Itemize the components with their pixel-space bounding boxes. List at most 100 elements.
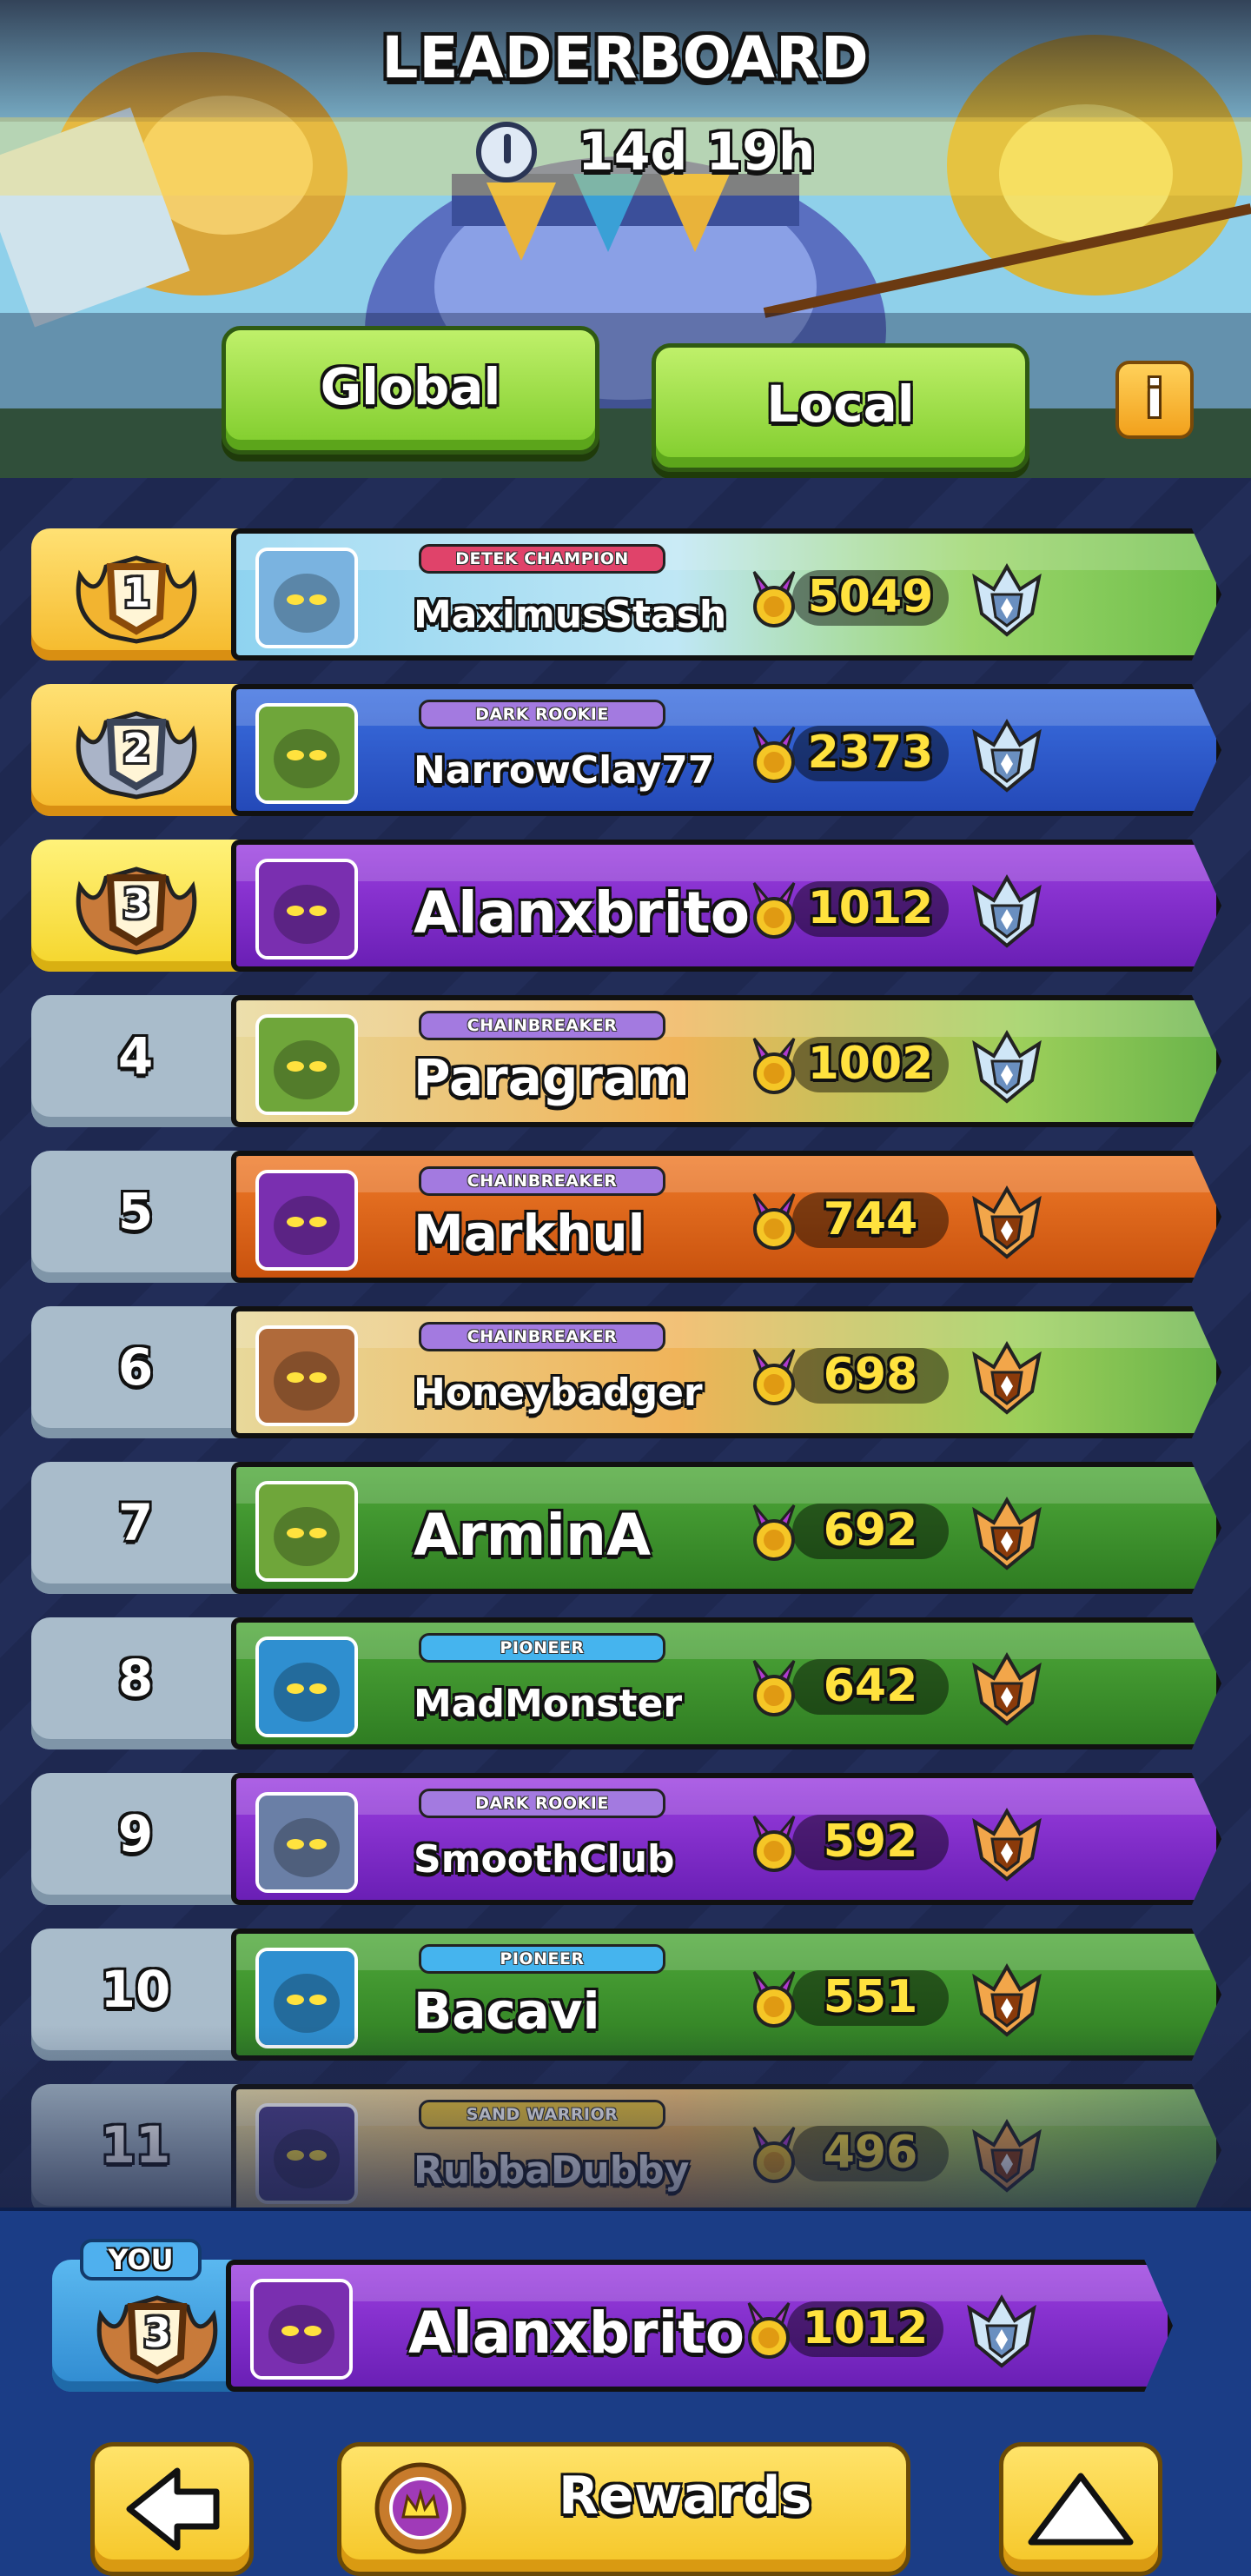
rank-number: 3 xyxy=(142,2309,171,2356)
goblin-green-avatar-icon xyxy=(259,1484,354,1578)
leaderboard-row[interactable]: 10 PIONEER Bacavi 551 xyxy=(31,1929,1221,2061)
rank-crest: 3 xyxy=(63,852,210,956)
league-badge xyxy=(968,560,1046,638)
rank-box: 3 xyxy=(31,840,240,972)
league-diamond-icon xyxy=(972,1029,1042,1104)
leaderboard-row[interactable]: 4 CHAINBREAKER Paragram 1002 xyxy=(31,995,1221,1127)
rewards-label: Rewards xyxy=(559,2466,812,2526)
player-score: 744 xyxy=(823,1193,918,1245)
league-diamond-icon xyxy=(972,562,1042,637)
player-name: MaximusStash xyxy=(414,593,727,637)
player-title-tag: PIONEER xyxy=(419,1944,665,1974)
league-badge xyxy=(968,715,1046,793)
player-avatar[interactable] xyxy=(255,548,358,648)
rank-number: 3 xyxy=(122,880,150,927)
rank-box: 8 xyxy=(31,1617,240,1749)
banner-shine xyxy=(236,1934,1216,1970)
rank-number: 1 xyxy=(122,569,150,616)
rewards-crest-icon xyxy=(374,2462,467,2554)
player-title-tag: CHAINBREAKER xyxy=(419,1322,665,1351)
tab-local[interactable]: Local xyxy=(652,343,1029,472)
player-banner[interactable]: DARK ROOKIE SmoothClub 592 xyxy=(231,1773,1221,1905)
league-gold-icon xyxy=(972,1185,1042,1259)
leaderboard-row[interactable]: 11 SAND WARRIOR RubbaDubby 496 xyxy=(31,2084,1221,2208)
rank-box: 7 xyxy=(31,1462,240,1594)
leaderboard-row[interactable]: 5 CHAINBREAKER Markhul 744 xyxy=(31,1151,1221,1283)
league-badge xyxy=(968,1960,1046,2038)
player-banner[interactable]: DETEK CHAMPION MaximusStash 5049 xyxy=(231,528,1221,661)
player-title-tag: DARK ROOKIE xyxy=(419,1789,665,1818)
leaderboard-row[interactable]: 2 DARK ROOKIE NarrowClay77 2373 xyxy=(31,684,1221,816)
back-button[interactable] xyxy=(90,2442,254,2576)
player-row[interactable]: 3 Alanxbrito 1012 xyxy=(52,2260,1208,2392)
player-avatar[interactable] xyxy=(255,703,358,804)
player-name: ArminA xyxy=(414,1502,652,1569)
tab-global[interactable]: Global xyxy=(222,326,599,455)
season-timer: 14d 19h xyxy=(578,122,816,183)
clock-icon xyxy=(476,122,537,183)
shadow-purple-avatar-icon xyxy=(259,862,354,956)
league-badge xyxy=(963,2291,1041,2369)
leaderboard-row[interactable]: 9 DARK ROOKIE SmoothClub 592 xyxy=(31,1773,1221,1905)
league-gold-icon xyxy=(972,1807,1042,1882)
info-button[interactable]: i xyxy=(1115,361,1194,439)
player-banner[interactable]: PIONEER Bacavi 551 xyxy=(231,1929,1221,2061)
leaderboard-list[interactable]: 1 DETEK CHAMPION MaximusStash 5049 2 DARK ROO… xyxy=(0,478,1251,2208)
league-badge xyxy=(968,1026,1046,1105)
player-title-tag: SAND WARRIOR xyxy=(419,2100,665,2129)
player-banner[interactable]: DARK ROOKIE NarrowClay77 2373 xyxy=(231,684,1221,816)
banner-shine xyxy=(236,1778,1216,1815)
banner-shine xyxy=(236,1000,1216,1037)
brute-avatar-icon xyxy=(259,1329,354,1423)
league-gold-icon xyxy=(972,1651,1042,1726)
leaderboard-row[interactable]: 7 ArminA 692 xyxy=(31,1462,1221,1594)
player-avatar[interactable] xyxy=(255,1014,358,1115)
scroll-top-button[interactable] xyxy=(999,2442,1162,2576)
player-score: 1012 xyxy=(807,882,934,934)
rank-number: 4 xyxy=(117,1026,154,1086)
player-title-tag: PIONEER xyxy=(419,1633,665,1663)
player-avatar[interactable] xyxy=(255,1170,358,1271)
player-banner[interactable]: Alanxbrito 1012 xyxy=(231,840,1221,972)
player-banner[interactable]: PIONEER MadMonster 642 xyxy=(231,1617,1221,1749)
player-avatar[interactable] xyxy=(255,1792,358,1893)
league-badge xyxy=(968,1649,1046,1727)
player-banner[interactable]: CHAINBREAKER Honeybadger 698 xyxy=(231,1306,1221,1438)
player-name: Paragram xyxy=(414,1048,690,1107)
rewards-button[interactable]: Rewards xyxy=(337,2442,910,2576)
player-banner[interactable]: CHAINBREAKER Markhul 744 xyxy=(231,1151,1221,1283)
player-score: 2373 xyxy=(807,727,934,779)
player-avatar[interactable] xyxy=(255,859,358,959)
player-name: Alanxbrito xyxy=(414,880,751,946)
league-gold-icon xyxy=(972,2118,1042,2193)
rank-number: 6 xyxy=(117,1338,154,1397)
leaderboard-row[interactable]: 3 Alanxbrito 1012 xyxy=(31,840,1221,972)
rank-box: 11 xyxy=(31,2084,240,2208)
player-score: 592 xyxy=(823,1816,918,1868)
player-avatar[interactable] xyxy=(255,1325,358,1426)
leaderboard-row[interactable]: 6 CHAINBREAKER Honeybadger 698 xyxy=(31,1306,1221,1438)
league-diamond-icon xyxy=(972,873,1042,948)
player-banner[interactable]: ArminA 692 xyxy=(231,1462,1221,1594)
player-avatar[interactable] xyxy=(250,2279,353,2380)
player-banner[interactable]: SAND WARRIOR RubbaDubby 496 xyxy=(231,2084,1221,2208)
rank-crest: 2 xyxy=(63,696,210,800)
player-title-tag: DARK ROOKIE xyxy=(419,700,665,729)
banner-shine xyxy=(236,1311,1216,1348)
banner-shine xyxy=(236,534,1216,570)
player-score: 698 xyxy=(823,1349,918,1401)
player-avatar[interactable] xyxy=(255,1481,358,1582)
player-banner[interactable]: CHAINBREAKER Paragram 1002 xyxy=(231,995,1221,1127)
helmet-avatar-icon xyxy=(259,1796,354,1889)
player-avatar[interactable] xyxy=(255,2103,358,2204)
leaderboard-row[interactable]: 8 PIONEER MadMonster 642 xyxy=(31,1617,1221,1749)
player-avatar[interactable] xyxy=(255,1948,358,2048)
player-name: Honeybadger xyxy=(414,1371,703,1415)
leaderboard-row[interactable]: 1 DETEK CHAMPION MaximusStash 5049 xyxy=(31,528,1221,661)
banner-shine xyxy=(236,1156,1216,1192)
rank-box: 4 xyxy=(31,995,240,1127)
player-avatar[interactable] xyxy=(255,1637,358,1737)
league-badge xyxy=(968,1493,1046,1571)
banner-shine xyxy=(236,1467,1216,1504)
player-banner[interactable]: Alanxbrito 1012 xyxy=(226,2260,1173,2392)
